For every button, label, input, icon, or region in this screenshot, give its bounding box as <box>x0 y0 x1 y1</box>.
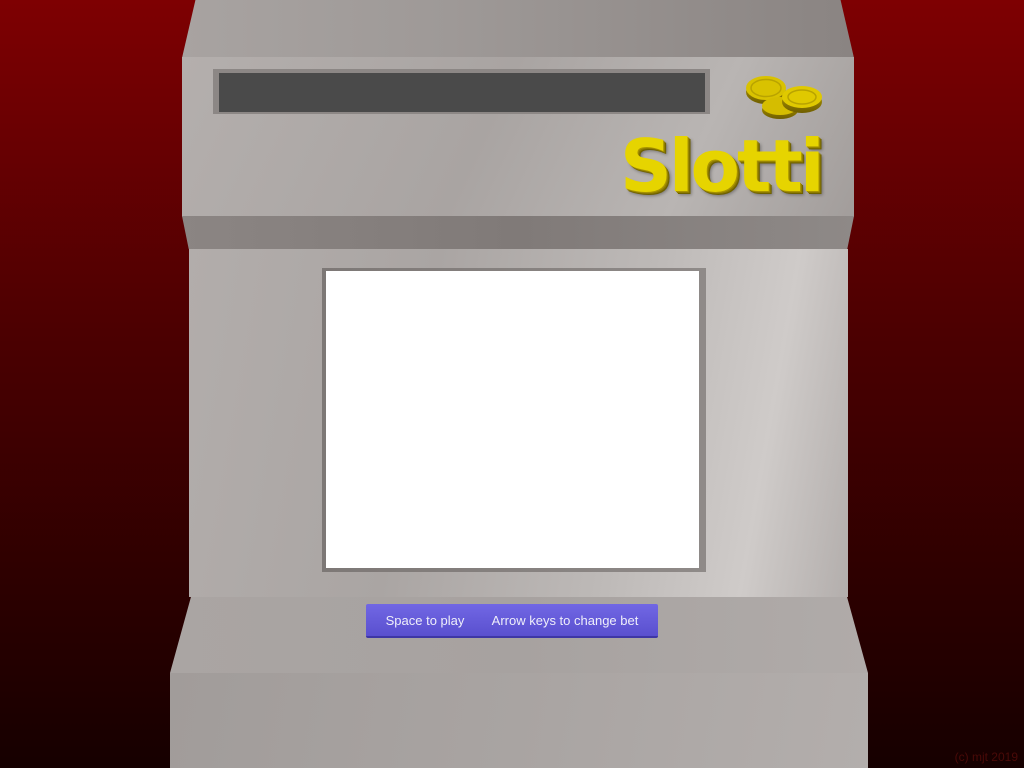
cabinet-top <box>182 0 854 58</box>
controls-instruction-plate: Space to play Arrow keys to change bet <box>366 604 658 638</box>
copyright-notice: (c) mjt 2019 <box>954 750 1018 764</box>
cabinet-base <box>170 673 868 768</box>
slot-machine-game: Slotti Space to play Arrow keys to chang… <box>0 0 1024 768</box>
play-hint-label: Space to play <box>385 612 465 628</box>
reel-window <box>326 271 699 568</box>
bet-hint-label: Arrow keys to change bet <box>491 612 639 628</box>
cabinet-neck <box>182 216 854 249</box>
credit-display <box>219 73 705 112</box>
game-logo: Slotti <box>620 124 825 208</box>
